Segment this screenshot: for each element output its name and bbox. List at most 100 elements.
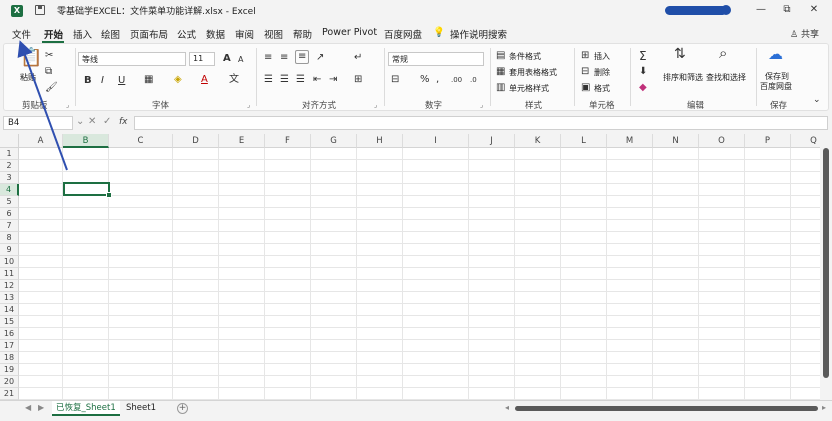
worksheet-grid[interactable]: A B C D E F G H I J K L M N O P Q 1 2 3 4 5 6 7 8 9 10 11 12 13 14 15 16…	[0, 134, 832, 400]
tell-me-search[interactable]: 操作说明搜索	[450, 27, 507, 41]
delete-cells-button[interactable]: 删除	[594, 67, 610, 78]
copy-icon[interactable]: ⧉	[45, 66, 52, 78]
sheet-tab-sheet1[interactable]: Sheet1	[122, 401, 160, 416]
row-header-21[interactable]: 21	[0, 388, 19, 400]
row-header-20[interactable]: 20	[0, 376, 19, 388]
select-all-corner[interactable]	[0, 134, 19, 148]
row-header-5[interactable]: 5	[0, 196, 19, 208]
sheet-next-icon[interactable]: ▶	[38, 403, 44, 412]
insert-cells-icon[interactable]: ⊞	[581, 50, 589, 62]
tab-home[interactable]: 开始	[44, 27, 63, 41]
save-baidu-label[interactable]: 百度网盘	[760, 81, 792, 92]
sheet-prev-icon[interactable]: ◀	[25, 403, 31, 412]
accounting-format-icon[interactable]: ⊟	[391, 74, 399, 86]
font-color-icon[interactable]: A	[201, 74, 208, 86]
increase-decimal-icon[interactable]: .00	[451, 74, 462, 86]
number-format-select[interactable]: 常规	[388, 52, 484, 66]
row-header-11[interactable]: 11	[0, 268, 19, 280]
name-box-dropdown-icon[interactable]: ⌄	[76, 116, 84, 127]
column-header-n[interactable]: N	[653, 134, 699, 148]
cell-styles-icon[interactable]: ▥	[496, 82, 505, 94]
cancel-icon[interactable]: ✕	[88, 116, 96, 127]
cut-icon[interactable]: ✂	[45, 50, 53, 62]
format-painter-icon[interactable]: 🖌	[45, 82, 58, 94]
row-header-17[interactable]: 17	[0, 340, 19, 352]
restore-button[interactable]: ⧉	[776, 2, 798, 18]
paste-label[interactable]: 粘贴	[20, 72, 36, 83]
conditional-format-icon[interactable]: ▤	[496, 50, 505, 62]
column-header-h[interactable]: H	[357, 134, 403, 148]
close-button[interactable]: ✕	[803, 2, 825, 18]
decrease-indent-icon[interactable]: ⇤	[313, 74, 321, 86]
format-as-table-button[interactable]: 套用表格格式	[509, 67, 557, 78]
hscroll-left-icon[interactable]: ◂	[505, 403, 509, 412]
tab-view[interactable]: 视图	[264, 27, 283, 41]
column-header-j[interactable]: J	[469, 134, 515, 148]
vertical-scroll-thumb[interactable]	[823, 148, 829, 378]
tab-file[interactable]: 文件	[12, 27, 31, 41]
row-header-9[interactable]: 9	[0, 244, 19, 256]
paste-icon[interactable]: 📋	[20, 48, 42, 68]
tab-formulas[interactable]: 公式	[177, 27, 196, 41]
clear-icon[interactable]: ◆	[639, 82, 647, 94]
column-header-b[interactable]: B	[63, 134, 109, 148]
row-header-19[interactable]: 19	[0, 364, 19, 376]
column-header-d[interactable]: D	[173, 134, 219, 148]
align-top-icon[interactable]: ≡	[264, 52, 272, 64]
insert-function-button[interactable]: fx	[119, 117, 128, 127]
tab-review[interactable]: 审阅	[235, 27, 254, 41]
border-icon[interactable]: ▦	[144, 74, 153, 86]
tab-insert[interactable]: 插入	[73, 27, 92, 41]
tab-power-pivot[interactable]: Power Pivot	[322, 27, 377, 38]
align-left-icon[interactable]: ☰	[264, 74, 273, 86]
comma-style-icon[interactable]: ,	[436, 74, 439, 86]
row-header-13[interactable]: 13	[0, 292, 19, 304]
fill-color-icon[interactable]: ◈	[174, 74, 182, 86]
fill-icon[interactable]: ⬇	[639, 66, 647, 78]
cell-styles-button[interactable]: 单元格样式	[509, 83, 549, 94]
underline-button[interactable]: U	[118, 75, 125, 87]
sort-filter-button[interactable]: 排序和筛选	[663, 72, 703, 83]
format-cells-icon[interactable]: ▣	[581, 82, 590, 94]
align-bottom-icon[interactable]: ≡	[295, 50, 310, 64]
vertical-scrollbar[interactable]	[820, 134, 832, 400]
row-header-10[interactable]: 10	[0, 256, 19, 268]
baidu-cloud-icon[interactable]: ☁	[768, 47, 783, 62]
column-header-l[interactable]: L	[561, 134, 607, 148]
row-header-7[interactable]: 7	[0, 220, 19, 232]
font-size-select[interactable]: 11	[189, 52, 215, 66]
dialog-launcher-icon[interactable]: ⌟	[247, 101, 250, 109]
name-box[interactable]: B4	[3, 116, 73, 130]
orientation-icon[interactable]: ↗	[316, 52, 324, 64]
column-header-p[interactable]: P	[745, 134, 791, 148]
align-center-icon[interactable]: ☰	[280, 74, 289, 86]
insert-cells-button[interactable]: 插入	[594, 51, 610, 62]
dialog-launcher-icon[interactable]: ⌟	[374, 101, 377, 109]
align-right-icon[interactable]: ☰	[296, 74, 305, 86]
horizontal-scroll-thumb[interactable]	[515, 406, 818, 411]
tab-help[interactable]: 帮助	[293, 27, 312, 41]
column-header-e[interactable]: E	[219, 134, 265, 148]
delete-cells-icon[interactable]: ⊟	[581, 66, 589, 78]
shrink-font-button[interactable]: A	[238, 54, 243, 66]
row-header-18[interactable]: 18	[0, 352, 19, 364]
active-cell-b4[interactable]	[63, 182, 112, 198]
column-header-k[interactable]: K	[515, 134, 561, 148]
row-header-6[interactable]: 6	[0, 208, 19, 220]
row-header-2[interactable]: 2	[0, 160, 19, 172]
find-select-icon[interactable]: ⌕	[719, 46, 727, 61]
conditional-format-button[interactable]: 条件格式	[509, 51, 541, 62]
column-header-m[interactable]: M	[607, 134, 653, 148]
row-header-12[interactable]: 12	[0, 280, 19, 292]
percent-button[interactable]: %	[420, 74, 430, 86]
tab-baidu-netdisk[interactable]: 百度网盘	[384, 27, 422, 41]
row-header-15[interactable]: 15	[0, 316, 19, 328]
enter-icon[interactable]: ✓	[103, 116, 111, 127]
grow-font-button[interactable]: A	[223, 53, 231, 65]
add-sheet-button[interactable]: +	[177, 403, 188, 414]
sheet-tab-recovered[interactable]: 已恢复_Sheet1	[52, 401, 120, 416]
row-header-14[interactable]: 14	[0, 304, 19, 316]
column-header-c[interactable]: C	[109, 134, 173, 148]
row-header-3[interactable]: 3	[0, 172, 19, 184]
font-name-select[interactable]: 等线	[78, 52, 186, 66]
